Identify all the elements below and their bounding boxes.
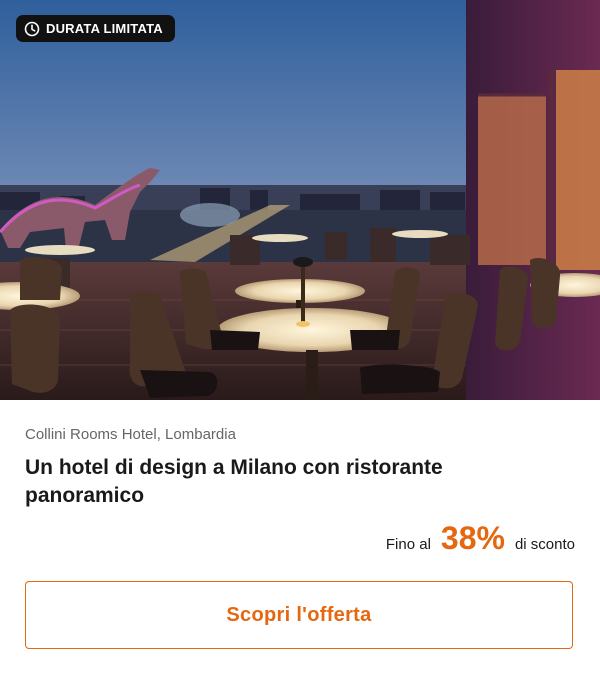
discount-suffix: di sconto (514, 536, 575, 553)
limited-time-badge: DURATA LIMITATA (16, 15, 175, 42)
discount-info: Fino al 38% di sconto (386, 520, 575, 557)
hero-illustration (0, 0, 600, 400)
clock-icon (24, 21, 40, 36)
offer-title[interactable]: Un hotel di design a Milano con ristoran… (25, 454, 545, 510)
discover-offer-button[interactable]: Scopri l'offerta (25, 581, 573, 649)
badge-label: DURATA LIMITATA (46, 21, 163, 36)
hero-image[interactable]: DURATA LIMITATA (0, 0, 600, 400)
discount-value: 38% (440, 520, 505, 556)
offer-card[interactable]: DURATA LIMITATA Collini Rooms Hotel, Lom… (0, 0, 600, 676)
discount-prefix: Fino al (385, 536, 431, 553)
hotel-location: Collini Rooms Hotel, Lombardia (25, 426, 236, 443)
